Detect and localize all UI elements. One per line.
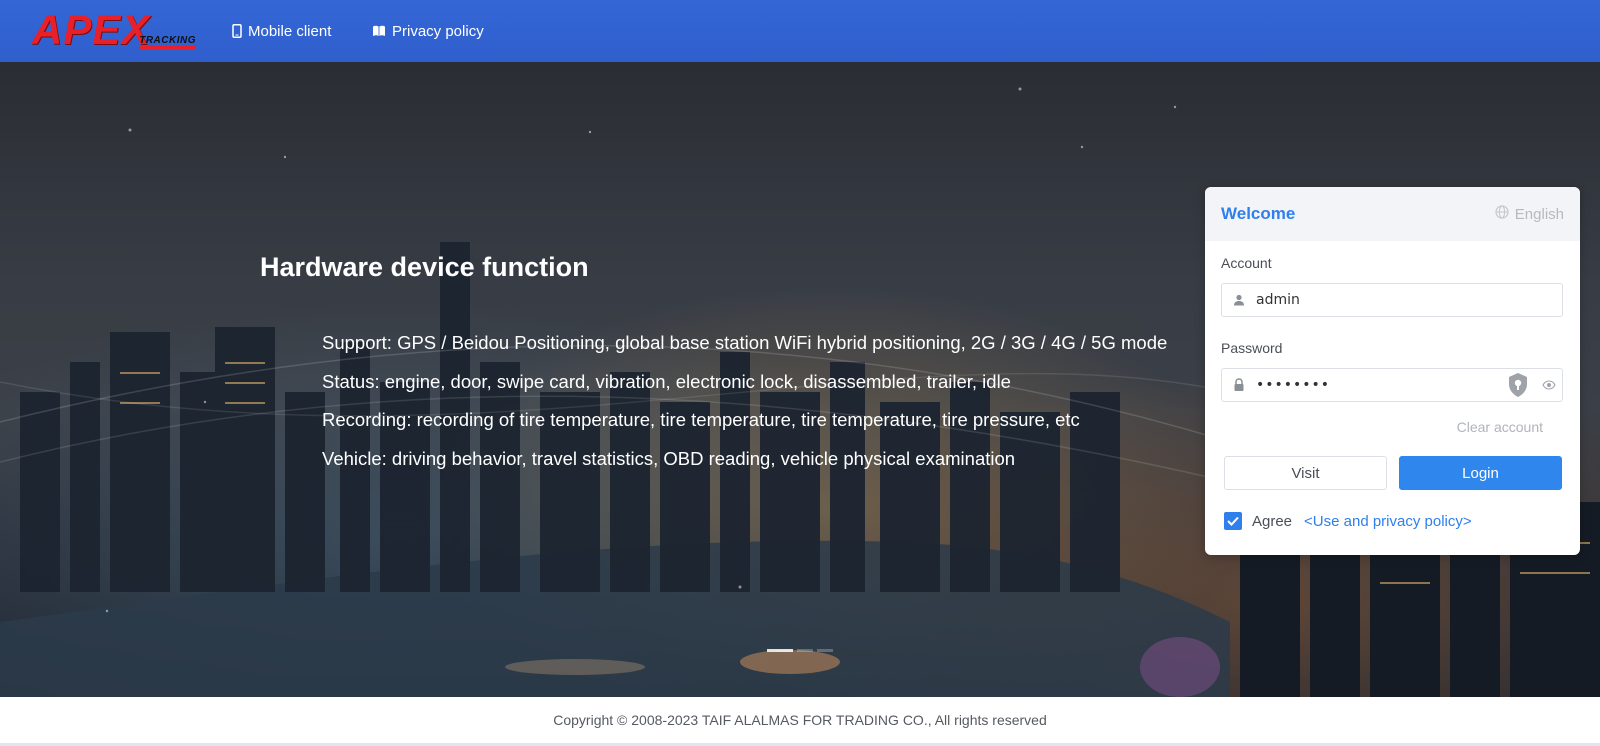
globe-icon (1495, 205, 1509, 223)
hero-feature-list: Support: GPS / Beidou Positioning, globa… (322, 330, 1167, 484)
password-input[interactable]: •••••••• (1256, 377, 1506, 393)
checkmark-icon (1227, 516, 1239, 526)
agree-checkbox[interactable] (1224, 512, 1242, 530)
carousel-dot-1[interactable] (767, 649, 793, 652)
copyright-text: Copyright © 2008-2023 TAIF ALALMAS FOR T… (553, 712, 1047, 728)
hero-banner: Hardware device function Support: GPS / … (0, 62, 1600, 697)
mobile-phone-icon (232, 24, 242, 38)
logo-subtext: TRACKING (139, 35, 196, 46)
password-manager-shield-icon[interactable] (1506, 371, 1530, 399)
visit-button[interactable]: Visit (1224, 456, 1387, 490)
clear-account-link[interactable]: Clear account (1457, 419, 1543, 435)
nav-mobile-client-link[interactable]: Mobile client (232, 0, 331, 62)
show-password-eye-icon[interactable] (1536, 380, 1562, 390)
language-label: English (1514, 205, 1564, 223)
nav-privacy-policy-label: Privacy policy (392, 22, 484, 40)
login-card-header: Welcome English (1205, 187, 1580, 241)
login-button[interactable]: Login (1399, 456, 1562, 490)
hero-line-vehicle: Vehicle: driving behavior, travel statis… (322, 447, 1016, 469)
use-and-privacy-policy-link[interactable]: <Use and privacy policy> (1304, 513, 1472, 530)
account-label: Account (1221, 255, 1272, 271)
agree-row: Agree <Use and privacy policy> (1224, 512, 1472, 530)
account-input[interactable] (1256, 285, 1562, 315)
welcome-title: Welcome (1221, 204, 1296, 223)
user-icon (1222, 294, 1256, 306)
carousel-dot-2[interactable] (797, 649, 813, 652)
login-card: Welcome English Account Password •••••••… (1205, 187, 1580, 555)
apex-tracking-logo[interactable]: APEX TRACKING (32, 8, 198, 52)
logo-text: APEX (32, 6, 151, 53)
language-selector[interactable]: English (1495, 205, 1564, 223)
hero-title: Hardware device function (260, 252, 589, 282)
book-icon (372, 25, 386, 37)
hero-line-support: Support: GPS / Beidou Positioning, globa… (322, 332, 1168, 353)
logo-underline (140, 46, 196, 49)
carousel-indicators (767, 649, 833, 652)
top-navigation-bar: APEX TRACKING Mobile client Privacy poli… (0, 0, 1600, 62)
hero-line-recording: Recording: recording of tire temperature… (322, 409, 1080, 430)
hero-line-status: Status: engine, door, swipe card, vibrat… (322, 370, 1011, 392)
password-field[interactable]: •••••••• (1221, 368, 1563, 402)
account-field[interactable] (1221, 283, 1563, 317)
carousel-dot-3[interactable] (817, 649, 833, 652)
password-label: Password (1221, 340, 1283, 356)
nav-mobile-client-label: Mobile client (248, 22, 332, 40)
footer: Copyright © 2008-2023 TAIF ALALMAS FOR T… (0, 697, 1600, 743)
nav-privacy-policy-link[interactable]: Privacy policy (372, 0, 484, 62)
agree-label: Agree (1252, 512, 1293, 530)
lock-icon (1222, 378, 1256, 392)
